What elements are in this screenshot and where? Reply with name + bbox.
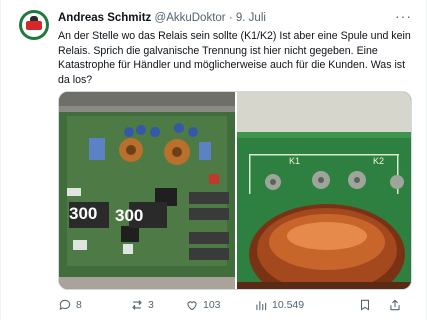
bookmark-icon (360, 299, 370, 311)
tweet-text: An der Stelle wo das Relais sein sollte … (58, 30, 411, 86)
views-count: 10.549 (272, 299, 305, 311)
views-icon (256, 300, 267, 311)
handwritten-label-right: 300 (115, 206, 143, 225)
tweet-media[interactable]: 300 300 K1 K2 (58, 91, 412, 290)
heart-icon (187, 301, 197, 311)
tweet-card[interactable]: Andreas Schmitz @AkkuDoktor · 9. Juli ··… (0, 0, 427, 320)
share-button[interactable] (388, 297, 402, 313)
bookmark-button[interactable] (358, 297, 372, 313)
author-avatar[interactable] (19, 10, 49, 40)
repost-icon (132, 300, 142, 310)
board-labels: K1 K2 (289, 156, 384, 166)
tweet-actions: 8 3 103 10.549 (58, 297, 418, 313)
handwritten-label-left: 300 (69, 204, 97, 223)
media-photo-circuit-board[interactable]: 300 300 (59, 92, 235, 289)
board-label-k1: K1 (289, 156, 300, 166)
author-name[interactable]: Andreas Schmitz (58, 12, 151, 24)
share-icon (390, 299, 400, 311)
board-label-k2: K2 (373, 156, 384, 166)
views-button[interactable]: 10.549 (254, 297, 304, 313)
tweet-date[interactable]: 9. Juli (236, 12, 266, 24)
author-handle[interactable]: @AkkuDoktor (155, 12, 226, 24)
tweet-header: Andreas Schmitz @AkkuDoktor · 9. Juli (58, 11, 266, 25)
like-count: 103 (203, 299, 221, 311)
reply-icon (59, 299, 71, 311)
media-photo-coil-closeup[interactable]: K1 K2 (237, 92, 411, 289)
handwritten-labels: 300 300 (69, 204, 143, 225)
avatar-badge (26, 21, 42, 30)
like-button[interactable]: 103 (185, 297, 221, 313)
header-separator: · (228, 12, 233, 24)
repost-count: 3 (148, 299, 154, 311)
more-options-icon[interactable]: ··· (395, 8, 412, 24)
reply-button[interactable]: 8 (58, 297, 82, 313)
repost-button[interactable]: 3 (130, 297, 154, 313)
reply-count: 8 (76, 299, 82, 311)
